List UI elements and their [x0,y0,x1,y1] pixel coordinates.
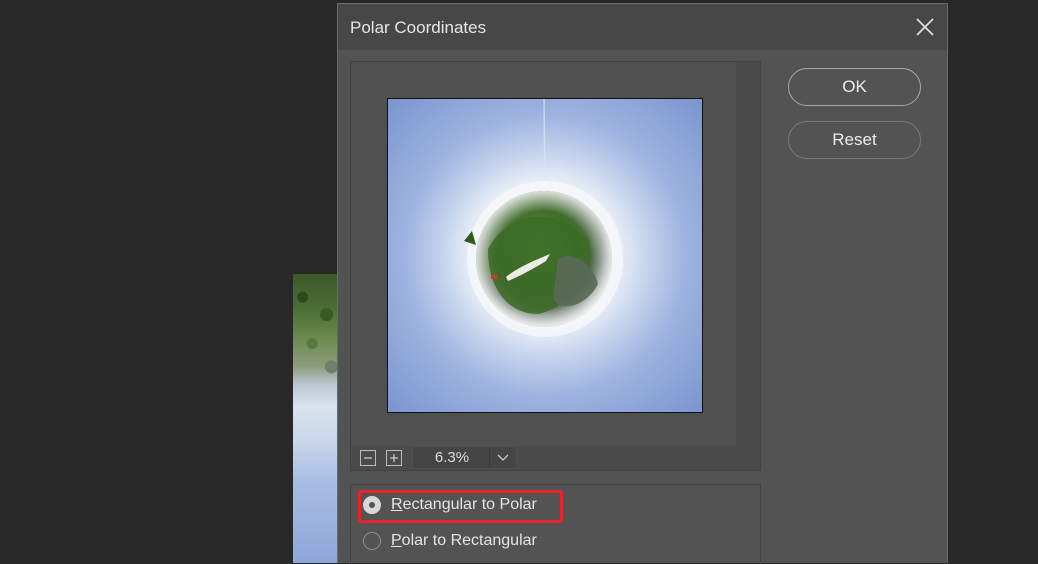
preview-image[interactable] [387,98,703,413]
zoom-in-button[interactable] [386,450,402,466]
radio-rectangular-to-polar[interactable] [363,496,381,514]
preview-area[interactable] [351,62,736,446]
zoom-out-button[interactable] [360,450,376,466]
dialog-title: Polar Coordinates [350,18,487,37]
plus-icon [390,454,398,462]
minus-icon [364,457,372,459]
option-polar-to-rectangular-label[interactable]: Polar to Rectangular [391,531,537,551]
mnemonic-r: R [391,496,403,513]
mnemonic-p: P [391,532,402,549]
dialog-titlebar[interactable]: Polar Coordinates [338,4,947,50]
preview-panel: 6.3% [350,61,761,471]
radio-polar-to-rectangular[interactable] [363,532,381,550]
option-label-text: ectangular to Polar [402,496,537,513]
option-label-text: olar to Rectangular [401,532,537,549]
chevron-down-icon [497,454,509,461]
conversion-options: Rectangular to Polar Polar to Rectangula… [350,484,761,564]
reset-button[interactable]: Reset [788,121,921,159]
zoom-dropdown-button[interactable] [489,447,516,468]
zoom-level-control[interactable]: 6.3% [412,446,517,469]
polar-coordinates-dialog: Polar Coordinates 6.3% Rectangular to Po… [337,3,948,564]
document-canvas-foliage [293,274,341,390]
close-icon[interactable] [913,15,937,39]
document-canvas-strip [293,274,341,563]
ok-button[interactable]: OK [788,68,921,106]
option-rectangular-to-polar-label[interactable]: Rectangular to Polar [391,495,537,515]
zoom-level-value[interactable]: 6.3% [413,447,491,468]
